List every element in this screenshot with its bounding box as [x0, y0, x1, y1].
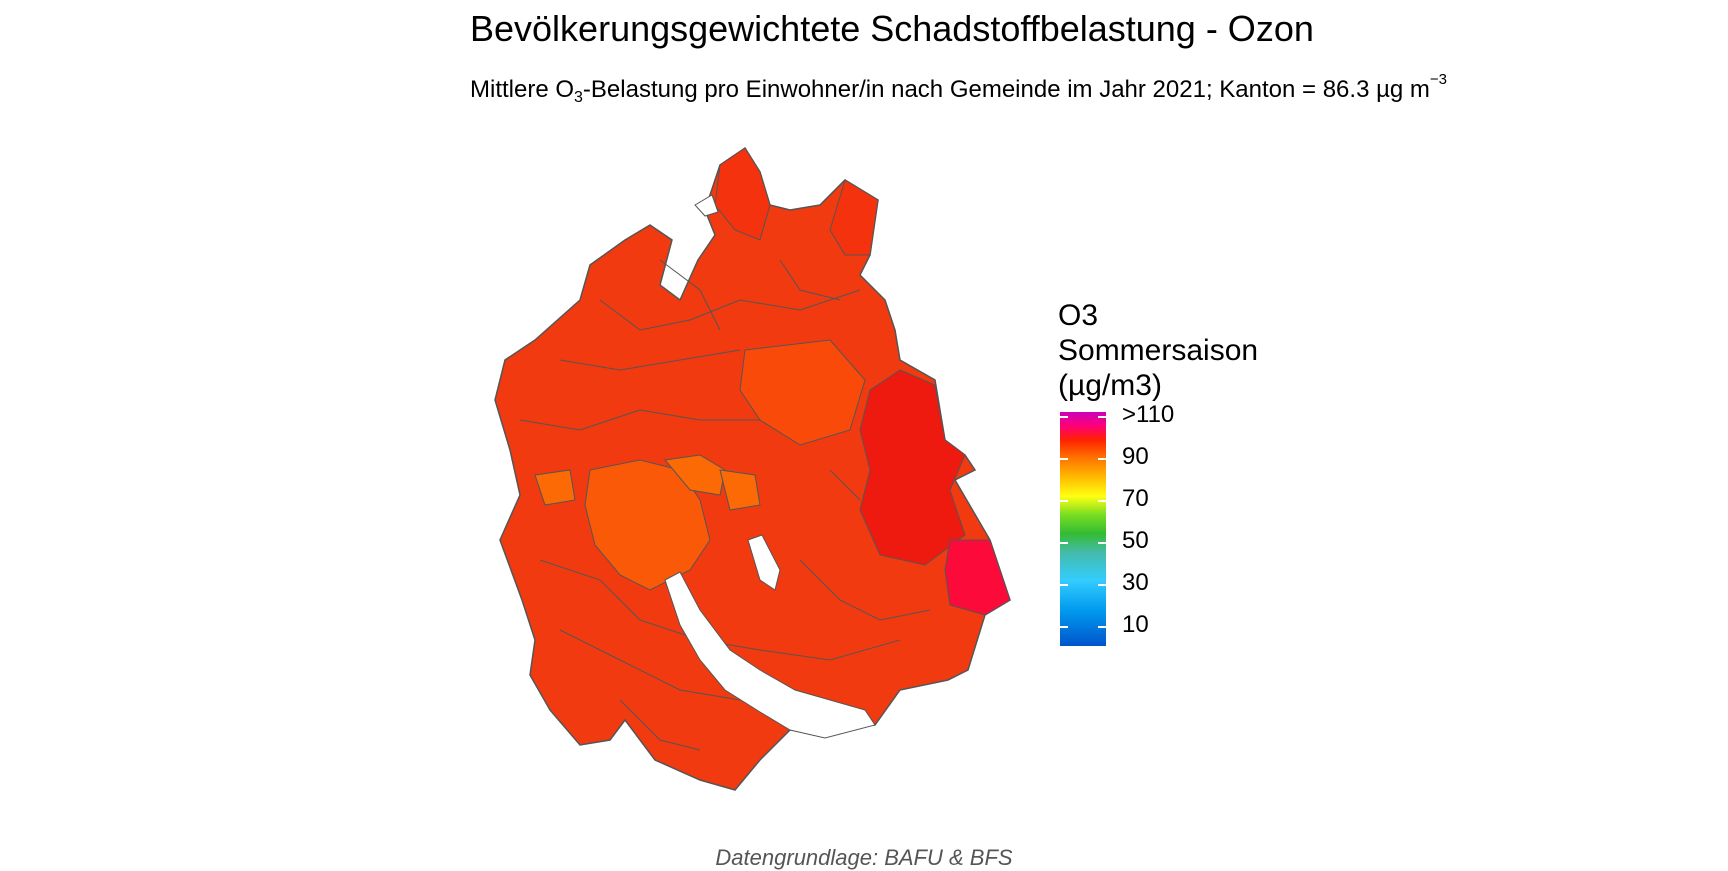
legend-title-line-3: (µg/m3)	[1058, 369, 1162, 402]
legend-label: 30	[1122, 569, 1149, 596]
legend-title: O3 Sommersaison (µg/m3)	[1058, 298, 1258, 403]
region-east	[859, 369, 966, 566]
legend-label: 90	[1122, 443, 1149, 470]
legend-label: 50	[1122, 527, 1149, 554]
choropleth-map	[494, 146, 1011, 791]
data-source-caption: Datengrundlage: BAFU & BFS	[715, 845, 1013, 870]
legend-label: 70	[1122, 485, 1149, 512]
region-southeast	[944, 539, 1011, 616]
legend-title-line-1: O3	[1058, 299, 1099, 332]
legend-label: >110	[1122, 401, 1175, 428]
legend-label: 10	[1122, 611, 1149, 638]
legend-title-line-2: Sommersaison	[1058, 334, 1259, 367]
legend-color-bar	[1060, 412, 1106, 646]
